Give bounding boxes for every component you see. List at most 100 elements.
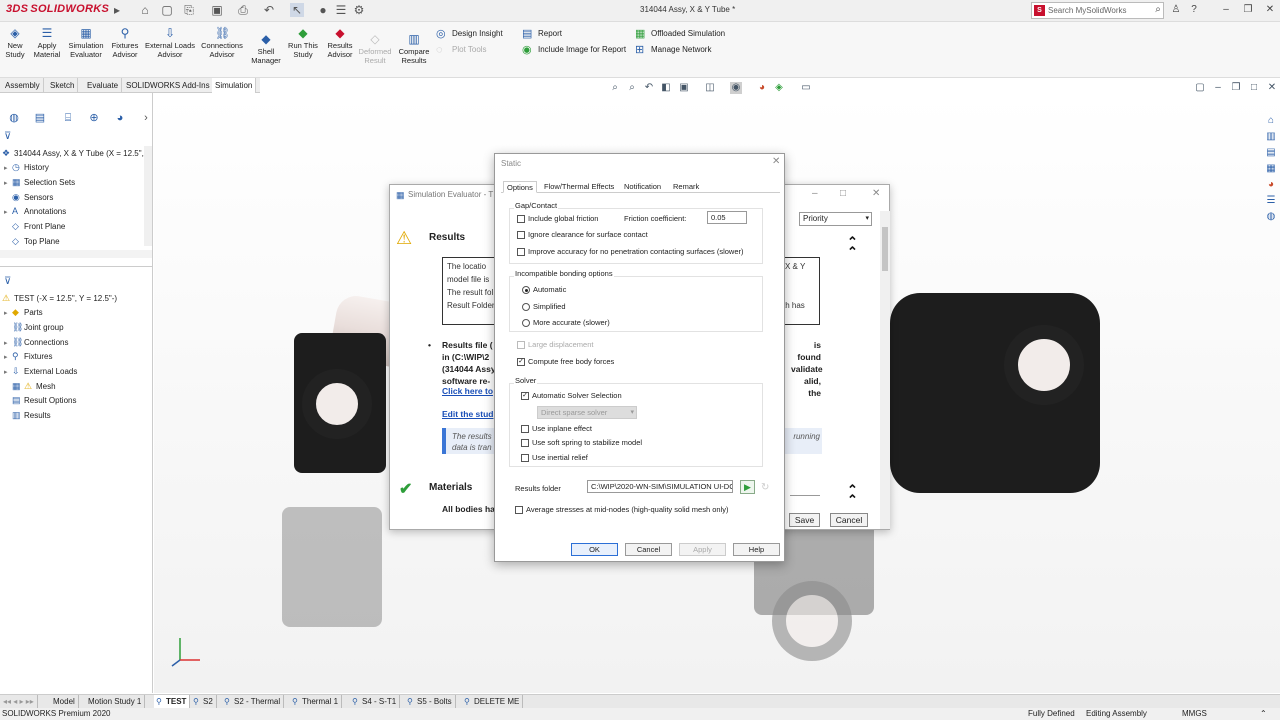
external-loads-advisor-button[interactable]: ⇩ External Loads Advisor [144,26,196,59]
restore-button[interactable]: ❐ [1240,3,1256,17]
tab-s4-st1[interactable]: ⚲ S4 - S-T1 [350,695,401,709]
include-image-button[interactable]: ◉ Include Image for Report [522,43,626,57]
close-icon[interactable]: ✕ [772,156,780,167]
apply-button[interactable]: Apply [679,543,726,556]
user-icon[interactable]: ♙ [1168,3,1184,17]
checkbox-checked[interactable]: ✓ [521,392,529,400]
viewport-minimize-icon[interactable]: – [1212,82,1224,94]
design-insight-button[interactable]: ◎ Design Insight [436,27,503,41]
view-palette-icon[interactable]: ▦ [1264,162,1278,176]
edit-study-link[interactable]: Edit the stud [442,408,493,420]
filter-icon[interactable]: ⊽ [4,131,11,142]
unit-system[interactable]: MMGS [1182,708,1207,720]
checkbox[interactable] [517,248,525,256]
tree-item-top-plane[interactable]: ◇ Top Plane [4,234,60,248]
tree-hscrollbar[interactable] [0,250,152,258]
apply-material-button[interactable]: ☰ Apply Material [31,26,63,59]
display-style-icon[interactable]: ◉ [730,82,742,94]
tab-addins[interactable]: SOLIDWORKS Add-Ins [123,78,214,93]
close-button[interactable]: ✕ [872,188,880,199]
collapse-results-icon[interactable]: ⌃ ⌃ [847,235,858,258]
ok-button[interactable]: OK [571,543,618,556]
property-manager-icon[interactable]: ▤ [32,111,48,125]
study-item-results[interactable]: ▥ Results [4,408,51,422]
file-explorer-icon[interactable]: ▤ [1264,146,1278,160]
help-icon[interactable]: ? [1186,3,1202,17]
browse-folder-icon[interactable]: ▶ [740,480,755,494]
offloaded-simulation-button[interactable]: ▦ Offloaded Simulation [635,27,725,41]
solver-dropdown[interactable]: Direct sparse solver ▾ [537,406,637,419]
design-library-icon[interactable]: ▥ [1264,130,1278,144]
study-item-mesh[interactable]: ▦ ⚠ Mesh [4,379,56,393]
study-root[interactable]: ⚠ TEST (-X = 12.5", Y = 12.5"-) [2,291,117,305]
status-menu-icon[interactable]: ⌃ [1260,708,1267,720]
fixtures-advisor-button[interactable]: ⚲ Fixtures Advisor [108,26,142,59]
minimize-button[interactable]: – [812,188,818,199]
home-icon[interactable]: ⌂ [138,3,152,17]
large-displacement-checkbox[interactable]: Large displacement [517,340,593,350]
study-item-external-loads[interactable]: ▸ ⇩ External Loads [4,364,77,378]
tab-evaluate[interactable]: Evaluate [84,78,123,93]
checkbox[interactable] [517,231,525,239]
priority-dropdown[interactable]: Priority ▾ [799,212,872,226]
tab-notification[interactable]: Notification [621,181,664,193]
zoom-to-fit-icon[interactable]: ⌕ [609,82,621,94]
checkbox[interactable] [521,425,529,433]
tab-s2-thermal[interactable]: ⚲ S2 - Thermal [222,695,285,709]
report-button[interactable]: ▤ Report [522,27,562,41]
tab-flow-thermal[interactable]: Flow/Thermal Effects [541,181,617,193]
print-icon[interactable]: ⎙ [236,3,250,17]
checkbox[interactable] [517,215,525,223]
close-button[interactable]: ✕ [1262,3,1278,17]
tab-motion-study-1[interactable]: Motion Study 1 [85,695,146,709]
connections-advisor-button[interactable]: ⛓ Connections Advisor [199,26,245,59]
collapse-materials-icon[interactable]: ⌃ ⌃ [847,483,858,506]
dimxpert-icon[interactable]: ⊕ [86,111,102,125]
options-gear-icon[interactable]: ⚙ [352,3,366,17]
edit-appearance-icon[interactable]: ◕ [756,82,768,94]
click-here-link[interactable]: Click here to [442,385,493,397]
checkbox-checked[interactable]: ✓ [517,358,525,366]
scroll-thumb[interactable] [882,227,888,271]
tree-item-selection-sets[interactable]: ▸ ▦ Selection Sets [4,175,75,189]
inertial-relief-checkbox[interactable]: Use inertial relief [521,453,588,463]
manage-network-button[interactable]: ⊞ Manage Network [635,43,711,57]
tab-thermal-1[interactable]: ⚲ Thermal 1 [290,695,343,709]
solidworks-logo[interactable]: 3DS SOLIDWORKS [6,3,109,15]
tab-assembly[interactable]: Assembly [2,78,44,93]
custom-properties-icon[interactable]: ☰ [1264,194,1278,208]
soft-spring-checkbox[interactable]: Use soft spring to stabilize model [521,438,642,448]
tab-scroll-arrows[interactable]: ◂◂ ◂ ▸ ▸▸ [0,695,38,709]
automatic-solver-checkbox[interactable]: ✓ Automatic Solver Selection [521,391,622,401]
undo-icon[interactable]: ↶ [262,3,276,17]
save-icon[interactable]: ▣ [210,3,224,17]
search-input[interactable]: S Search MySolidWorks [1031,2,1164,19]
minimize-button[interactable]: – [1218,3,1234,17]
viewport-restore-icon[interactable]: ❐ [1230,82,1242,94]
forum-icon[interactable]: ◍ [1264,210,1278,224]
run-study-button[interactable]: ◆ Run This Study [286,26,320,59]
filter-icon[interactable]: ⊽ [4,276,11,287]
cancel-button[interactable]: Cancel [830,513,868,527]
tab-s2[interactable]: ⚲ S2 [191,695,217,709]
feature-manager-icon[interactable]: ◍ [6,111,22,125]
tree-scrollbar[interactable] [144,146,152,246]
study-item-connections[interactable]: ▸ ⛓Connections [4,335,68,349]
tab-delete-me[interactable]: ⚲ DELETE ME [462,695,524,709]
study-item-joint-group[interactable]: ⛓Joint group [4,320,64,334]
file-properties-icon[interactable]: ☰ [334,3,348,17]
evaluator-scrollbar[interactable] [880,211,890,529]
tree-item-front-plane[interactable]: ◇ Front Plane [4,219,65,233]
tab-options[interactable]: Options [503,181,537,193]
refresh-icon[interactable]: ↻ [761,482,769,493]
maximize-button[interactable]: □ [840,188,846,199]
study-item-parts[interactable]: ▸ ◆ Parts [4,305,43,319]
expand-menu-icon[interactable]: ▸ [110,3,124,17]
solidworks-resources-icon[interactable]: ⌂ [1264,114,1278,128]
average-stresses-checkbox[interactable]: Average stresses at mid-nodes (high-qual… [515,505,728,515]
tree-item-sensors[interactable]: ◉ Sensors [4,190,53,204]
new-document-icon[interactable]: ▢ [160,3,174,17]
tree-item-annotations[interactable]: ▸ A Annotations [4,204,66,218]
tab-s5-bolts[interactable]: ⚲ S5 - Bolts [405,695,456,709]
cancel-button[interactable]: Cancel [625,543,672,556]
